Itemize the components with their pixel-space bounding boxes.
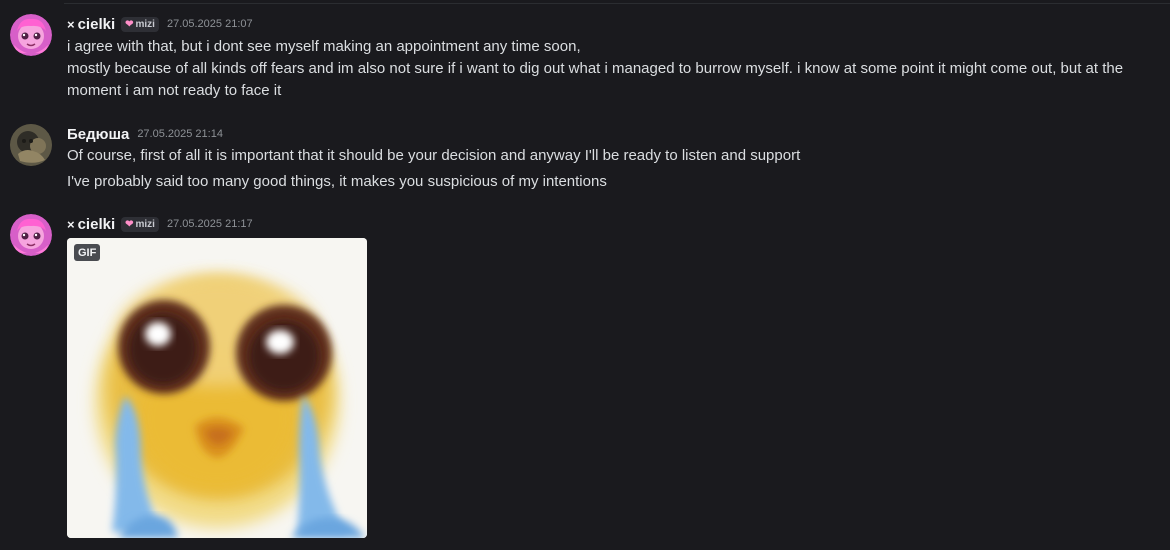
username[interactable]: Бедюша xyxy=(67,126,129,143)
message-group: × cielki ❤ mizi 27.05.2025 21:07 i agree… xyxy=(0,0,1170,106)
username-prefix: × xyxy=(67,216,75,232)
username[interactable]: cielki xyxy=(78,16,116,33)
timestamp[interactable]: 27.05.2025 21:07 xyxy=(167,18,253,30)
avatar-image xyxy=(10,14,52,56)
role-tag-label: mizi xyxy=(135,218,155,230)
message-line: i agree with that, but i dont see myself… xyxy=(67,38,581,55)
heart-icon: ❤ xyxy=(125,18,134,30)
timestamp[interactable]: 27.05.2025 21:17 xyxy=(167,218,253,230)
message-group: Бедюша 27.05.2025 21:14 Of course, first… xyxy=(0,116,1170,198)
message-header: Бедюша 27.05.2025 21:14 xyxy=(67,124,223,144)
message-header: × cielki ❤ mizi 27.05.2025 21:17 xyxy=(67,214,253,234)
avatar[interactable] xyxy=(10,214,52,256)
avatar[interactable] xyxy=(10,124,52,166)
gif-attachment[interactable]: GIF xyxy=(67,238,367,538)
heart-icon: ❤ xyxy=(125,218,134,230)
avatar[interactable] xyxy=(10,14,52,56)
crying-emoji-gif-image xyxy=(67,238,367,538)
gif-badge: GIF xyxy=(74,244,101,261)
role-tag[interactable]: ❤ mizi xyxy=(121,16,159,32)
username[interactable]: cielki xyxy=(78,216,116,233)
username-prefix: × xyxy=(67,16,75,32)
timestamp[interactable]: 27.05.2025 21:14 xyxy=(137,128,223,140)
message-line: I've probably said too many good things,… xyxy=(67,173,607,190)
role-tag[interactable]: ❤ mizi xyxy=(121,216,159,232)
avatar-image xyxy=(10,214,52,256)
role-tag-label: mizi xyxy=(135,18,155,30)
message-line: moment i am not ready to face it xyxy=(67,82,282,99)
message-header: × cielki ❤ mizi 27.05.2025 21:07 xyxy=(67,14,253,34)
message-line: mostly because of all kinds off fears an… xyxy=(67,60,1124,77)
message-line: Of course, first of all it is important … xyxy=(67,147,801,164)
avatar-image xyxy=(10,124,52,166)
